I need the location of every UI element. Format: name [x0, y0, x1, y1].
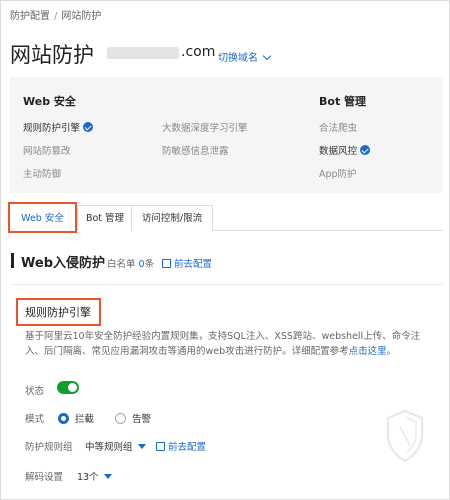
external-link-icon	[156, 441, 166, 451]
breadcrumb-separator: /	[54, 11, 58, 22]
ruleset-configure-link[interactable]: 前去配置	[156, 439, 206, 453]
docs-link[interactable]: 点击这里	[349, 346, 387, 357]
tab-bot-management[interactable]: Bot 管理	[77, 205, 133, 231]
feature-legit-crawler: 合法爬虫	[319, 123, 358, 134]
breadcrumb-current: 网站防护	[61, 11, 102, 22]
feature-rule-engine: 规则防护引擎	[23, 120, 94, 134]
breadcrumb: 防护配置 / 网站防护	[10, 7, 101, 22]
whitelist-configure-link[interactable]: 前去配置	[162, 256, 212, 270]
status-toggle[interactable]	[57, 381, 79, 394]
mode-alert-radio[interactable]	[115, 413, 126, 424]
ruleset-select[interactable]: 中等规则组	[85, 439, 146, 453]
switch-domain-button[interactable]: 切换域名	[218, 49, 272, 64]
decode-select[interactable]: 13个	[77, 469, 112, 483]
feature-active-defense: 主动防御	[23, 169, 62, 180]
status-label: 状态	[25, 386, 45, 397]
section-accent-bar	[11, 253, 14, 268]
caret-down-icon	[137, 444, 146, 449]
feature-data-risk: 数据风控	[319, 143, 371, 157]
section-title: Web入侵防护	[21, 256, 105, 271]
tab-web-security[interactable]: Web 安全	[8, 202, 77, 233]
feature-app-protection: App防护	[319, 169, 357, 180]
feature-data-leak: 防敏感信息泄露	[162, 146, 229, 157]
switch-domain-label: 切换域名	[218, 53, 258, 64]
shield-watermark-icon	[386, 409, 424, 463]
external-link-icon	[162, 258, 172, 268]
engine-description: 基于阿里云10年安全防护经验内置规则集，支持SQL注入、XSS跨站、webshe…	[25, 331, 421, 357]
mode-block-label: 拦截	[75, 414, 95, 425]
check-circle-icon	[83, 122, 94, 132]
page-title: 网站防护	[10, 43, 94, 67]
mode-block-radio[interactable]	[58, 413, 69, 424]
bot-management-heading: Bot 管理	[319, 95, 367, 108]
check-circle-icon	[360, 145, 371, 155]
section-divider	[10, 284, 443, 285]
breadcrumb-parent[interactable]: 防护配置	[10, 11, 50, 22]
decode-label: 解码设置	[25, 472, 64, 483]
engine-title: 规则防护引擎	[25, 306, 91, 319]
whitelist-info: 白名单 0条	[107, 259, 155, 270]
mode-label: 模式	[25, 414, 45, 425]
chevron-down-icon	[262, 51, 272, 61]
ruleset-label: 防护规则组	[25, 442, 73, 453]
redacted-domain	[107, 47, 179, 59]
feature-anti-tamper: 网站防篡改	[23, 146, 71, 157]
domain-suffix: .com	[181, 44, 216, 60]
caret-down-icon	[103, 474, 112, 479]
web-security-heading: Web 安全	[23, 95, 76, 108]
tab-access-control[interactable]: 访问控制/限流	[131, 205, 213, 231]
mode-alert-label: 告警	[132, 414, 152, 425]
feature-big-data-engine: 大数据深度学习引擎	[162, 123, 248, 134]
